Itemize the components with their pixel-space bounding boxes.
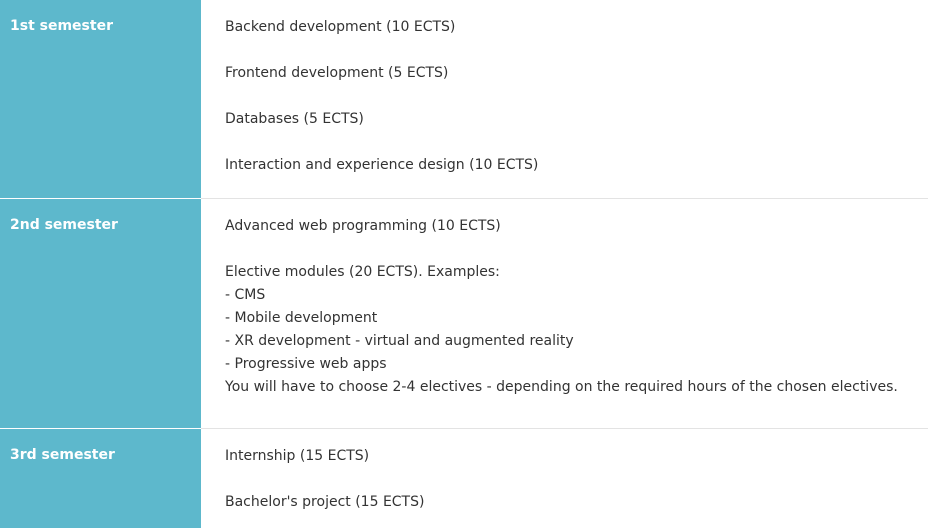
module-line: Interaction and experience design (10 EC… — [225, 157, 539, 173]
elective-item: - Progressive web apps — [225, 356, 387, 372]
module-line: Frontend development (5 ECTS) — [225, 65, 449, 81]
module-line: Backend development (10 ECTS) — [225, 19, 456, 35]
module-entry: Bachelor's project (15 ECTS) — [225, 491, 928, 514]
semester-label: 2nd semester — [0, 198, 201, 428]
semester-row-3: 3rd semester Internship (15 ECTS) Bachel… — [0, 428, 928, 528]
semester-row-1: 1st semester Backend development (10 ECT… — [0, 0, 928, 198]
module-entry: Advanced web programming (10 ECTS) — [225, 215, 928, 238]
module-entry: Databases (5 ECTS) — [225, 108, 928, 131]
semester-label: 3rd semester — [0, 428, 201, 528]
module-entry: Backend development (10 ECTS) — [225, 16, 928, 39]
semester-modules: Advanced web programming (10 ECTS) Elect… — [201, 198, 928, 428]
elective-entry: Elective modules (20 ECTS). Examples: - … — [225, 261, 928, 399]
module-entry: Interaction and experience design (10 EC… — [225, 154, 928, 177]
module-line: Internship (15 ECTS) — [225, 448, 370, 464]
elective-note: You will have to choose 2-4 electives - … — [225, 379, 898, 395]
module-line: Advanced web programming (10 ECTS) — [225, 218, 501, 234]
module-entry: Frontend development (5 ECTS) — [225, 62, 928, 85]
module-entry: Internship (15 ECTS) — [225, 445, 928, 468]
module-line: Bachelor's project (15 ECTS) — [225, 494, 425, 510]
elective-item: - XR development - virtual and augmented… — [225, 333, 574, 349]
semester-row-2: 2nd semester Advanced web programming (1… — [0, 198, 928, 428]
semester-modules: Internship (15 ECTS) Bachelor's project … — [201, 428, 928, 528]
semester-label: 1st semester — [0, 0, 201, 198]
elective-item: - Mobile development — [225, 310, 378, 326]
semester-modules: Backend development (10 ECTS) Frontend d… — [201, 0, 928, 198]
module-line: Databases (5 ECTS) — [225, 111, 364, 127]
elective-heading: Elective modules (20 ECTS). Examples: — [225, 264, 500, 280]
elective-item: - CMS — [225, 287, 266, 303]
semester-table: 1st semester Backend development (10 ECT… — [0, 0, 928, 528]
